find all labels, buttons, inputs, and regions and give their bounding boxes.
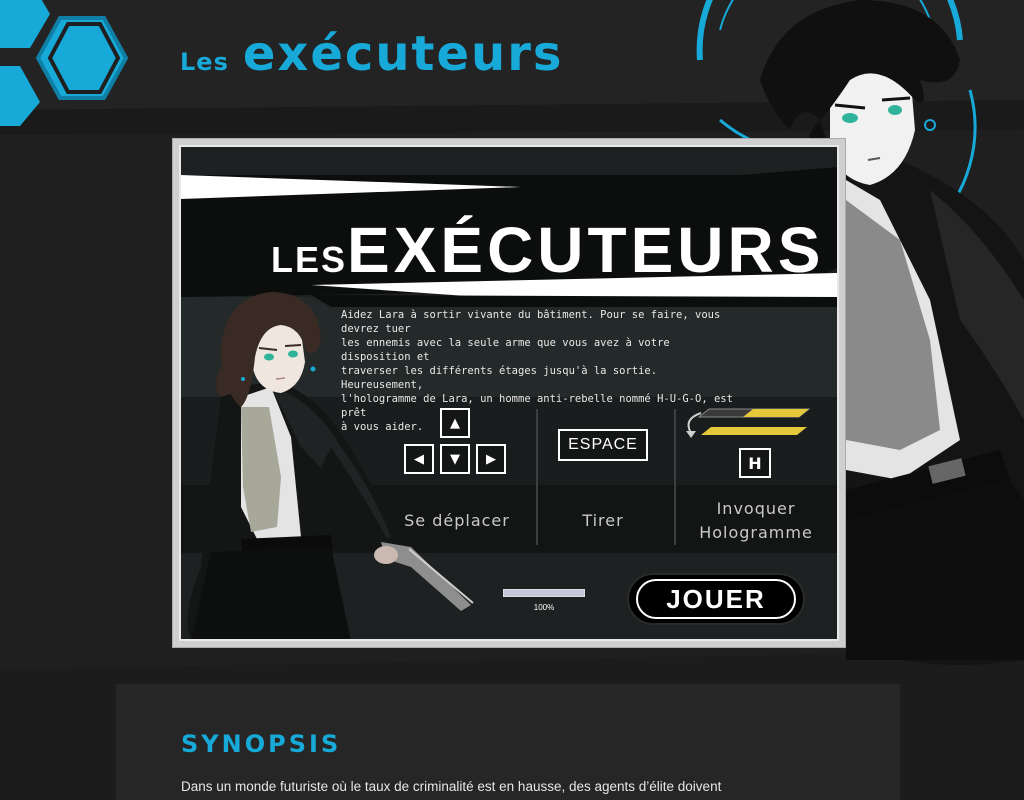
loading-progress-fill [504, 590, 584, 596]
intro-line: à vous aider. [341, 421, 424, 433]
intro-line: l'hologramme de Lara, un homme anti-rebe… [341, 393, 733, 419]
intro-line: traverser les différents étages jusqu'à … [341, 365, 658, 391]
hologram-label-line1: Invoquer [716, 499, 796, 518]
site-header: Les EXÉCUTEURS [0, 0, 1024, 130]
intro-line: les ennemis avec la seule arme que vous … [341, 337, 670, 363]
shoot-label: Tirer [582, 511, 624, 530]
hologram-label-line2: Hologramme [699, 523, 813, 542]
site-title-big: EXÉCUTEURS [242, 26, 564, 82]
intro-line: Aidez Lara à sortir vivante du bâtiment.… [341, 309, 721, 335]
game-logo: LESEXÉCUTEURS [271, 213, 824, 287]
game-logo-small: LES [271, 239, 348, 280]
space-key-icon: ESPACE [558, 429, 648, 461]
loading-progress-bar [503, 589, 585, 597]
site-title-small: Les [180, 48, 229, 76]
play-button[interactable]: JOUER [627, 573, 805, 625]
arrow-down-key-icon: ▼ [440, 444, 470, 474]
h-key-icon: H [739, 448, 771, 478]
synopsis-title: SYNOPSIS [181, 730, 342, 758]
loading-percent: 100% [533, 603, 555, 612]
site-title[interactable]: Les EXÉCUTEURS [180, 26, 563, 82]
game-logo-big: EXÉCUTEURS [347, 214, 825, 286]
game-canvas[interactable]: LESEXÉCUTEURS Aidez Lara à sortir vivant… [179, 145, 839, 641]
hologram-label: Invoquer Hologramme [686, 497, 826, 545]
play-button-label: JOUER [636, 579, 796, 619]
arrow-up-key-icon: ▲ [440, 408, 470, 438]
synopsis-text: Dans un monde futuriste où le taux de cr… [181, 779, 722, 794]
intro-text: Aidez Lara à sortir vivante du bâtiment.… [341, 308, 741, 434]
game-frame: LESEXÉCUTEURS Aidez Lara à sortir vivant… [172, 138, 846, 648]
move-label: Se déplacer [404, 511, 510, 530]
arrow-left-key-icon: ◀ [404, 444, 434, 474]
arrow-right-key-icon: ▶ [476, 444, 506, 474]
